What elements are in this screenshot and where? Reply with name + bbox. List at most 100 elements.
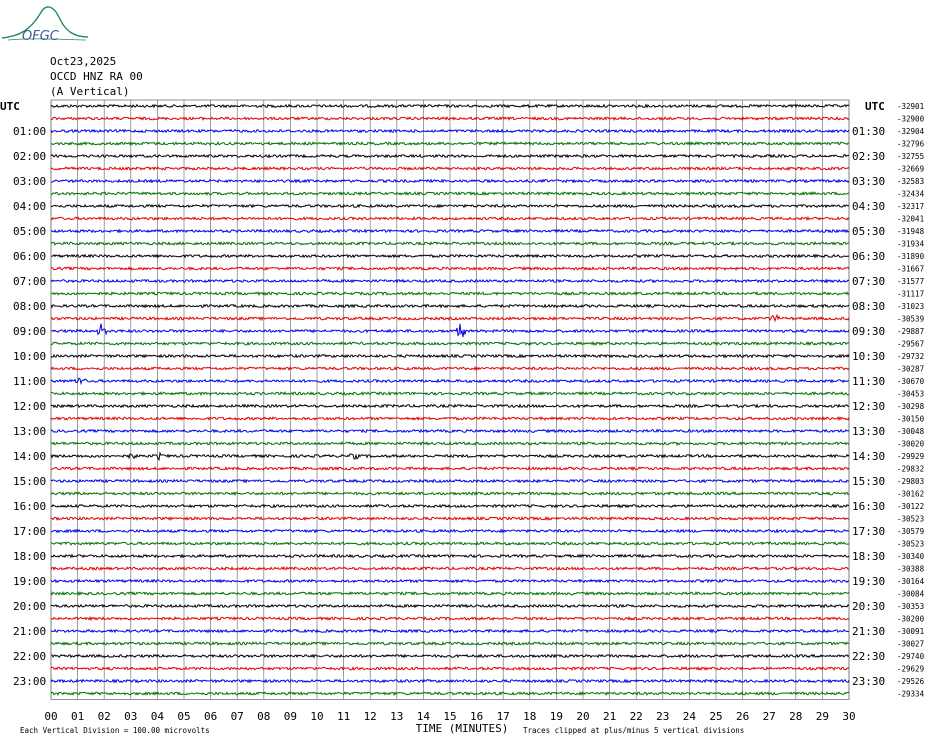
hour-label-right: 13:30 bbox=[852, 425, 885, 438]
x-tick-label: 24 bbox=[683, 710, 697, 723]
trace-offset-label: -30020 bbox=[897, 440, 925, 449]
hour-label-right: 07:30 bbox=[852, 275, 885, 288]
hour-label-left: 13:00 bbox=[13, 425, 46, 438]
hour-label-right: 21:30 bbox=[852, 625, 885, 638]
trace-offset-label: -31934 bbox=[897, 240, 925, 249]
footnote-right: Traces clipped at plus/minus 5 vertical … bbox=[523, 726, 744, 735]
trace-offset-label: -30287 bbox=[897, 365, 924, 374]
x-tick-label: 10 bbox=[310, 710, 323, 723]
x-tick-label: 07 bbox=[231, 710, 244, 723]
trace-offset-label: -30670 bbox=[897, 377, 925, 386]
x-tick-label: 13 bbox=[390, 710, 403, 723]
trace-offset-label: -32755 bbox=[897, 152, 924, 161]
trace-offset-label: -29629 bbox=[897, 665, 924, 674]
hour-label-right: 02:30 bbox=[852, 150, 885, 163]
x-tick-label: 30 bbox=[842, 710, 855, 723]
trace-offset-label: -29740 bbox=[897, 652, 925, 661]
x-tick-label: 09 bbox=[284, 710, 297, 723]
trace-offset-label: -32904 bbox=[897, 127, 925, 136]
hour-label-left: 16:00 bbox=[13, 500, 46, 513]
trace-offset-label: -30164 bbox=[897, 577, 925, 586]
x-tick-label: 05 bbox=[177, 710, 190, 723]
hour-label-left: 06:00 bbox=[13, 250, 46, 263]
helicorder-chart: -32901 -32900 -32904 -32796 -32755 -32669 -325… bbox=[0, 99, 925, 735]
trace-offset-label: -30523 bbox=[897, 540, 924, 549]
trace-offset-label: -30539 bbox=[897, 315, 924, 324]
hour-label-right: 11:30 bbox=[852, 375, 885, 388]
x-tick-label: 23 bbox=[656, 710, 669, 723]
hour-label-right: 22:30 bbox=[852, 650, 885, 663]
trace-offset-label: -29334 bbox=[897, 690, 925, 699]
hour-label-right: 08:30 bbox=[852, 300, 885, 313]
hour-label-left: 20:00 bbox=[13, 600, 46, 613]
trace-offset-label: -32669 bbox=[897, 165, 924, 174]
hour-label-right: 04:30 bbox=[852, 200, 885, 213]
hour-label-left: 21:00 bbox=[13, 625, 46, 638]
hour-label-right: 15:30 bbox=[852, 475, 885, 488]
x-tick-label: 08 bbox=[257, 710, 270, 723]
x-tick-label: 29 bbox=[816, 710, 829, 723]
hour-label-left: 18:00 bbox=[13, 550, 46, 563]
hour-label-left: 17:00 bbox=[13, 525, 46, 538]
trace-offset-label: -31577 bbox=[897, 277, 924, 286]
x-tick-label: 18 bbox=[523, 710, 536, 723]
hour-label-left: 14:00 bbox=[13, 450, 46, 463]
hour-label-right: 19:30 bbox=[852, 575, 885, 588]
x-tick-label: 06 bbox=[204, 710, 217, 723]
hour-label-left: 23:00 bbox=[13, 675, 46, 688]
trace-offset-label: -32583 bbox=[897, 177, 924, 186]
hour-label-left: 04:00 bbox=[13, 200, 46, 213]
trace-offset-label: -30298 bbox=[897, 402, 925, 411]
trace-offset-label: -30453 bbox=[897, 390, 924, 399]
trace-offset-label: -30162 bbox=[897, 490, 924, 499]
trace-offset-label: -31117 bbox=[897, 290, 924, 299]
hour-label-right: 12:30 bbox=[852, 400, 885, 413]
hour-label-left: 08:00 bbox=[13, 300, 46, 313]
trace-offset-label: -30122 bbox=[897, 502, 924, 511]
hour-label-left: 07:00 bbox=[13, 275, 46, 288]
hour-label-right: 17:30 bbox=[852, 525, 885, 538]
x-tick-label: 01 bbox=[71, 710, 84, 723]
hour-label-right: 18:30 bbox=[852, 550, 885, 563]
x-tick-label: 28 bbox=[789, 710, 802, 723]
hour-label-right: 10:30 bbox=[852, 350, 885, 363]
trace-offset-label: -30388 bbox=[897, 565, 925, 574]
trace-offset-label: -30091 bbox=[897, 627, 924, 636]
trace-offset-label: -31948 bbox=[897, 227, 925, 236]
trace-offset-label: -29803 bbox=[897, 477, 924, 486]
trace-offset-label: -30150 bbox=[897, 415, 925, 424]
trace-offset-label: -29832 bbox=[897, 465, 924, 474]
hour-label-right: 05:30 bbox=[852, 225, 885, 238]
hour-label-left: 15:00 bbox=[13, 475, 46, 488]
hour-label-right: 23:30 bbox=[852, 675, 885, 688]
hour-label-right: 06:30 bbox=[852, 250, 885, 263]
hour-label-left: 12:00 bbox=[13, 400, 46, 413]
hour-label-left: 05:00 bbox=[13, 225, 46, 238]
trace-offset-label: -32900 bbox=[897, 115, 925, 124]
x-axis-title: TIME (MINUTES) bbox=[416, 722, 509, 735]
utc-label-right: UTC bbox=[865, 100, 885, 113]
x-tick-label: 19 bbox=[550, 710, 563, 723]
x-tick-label: 03 bbox=[124, 710, 137, 723]
trace-offset-label: -30579 bbox=[897, 527, 924, 536]
trace-offset-label: -32901 bbox=[897, 102, 924, 111]
utc-label-left: UTC bbox=[0, 100, 20, 113]
footnote-left: Each Vertical Division = 100.00 microvol… bbox=[20, 726, 210, 735]
trace-offset-label: -30340 bbox=[897, 552, 925, 561]
trace-offset-label: -32317 bbox=[897, 202, 924, 211]
trace-offset-label: -31023 bbox=[897, 302, 924, 311]
trace-offset-label: -32796 bbox=[897, 140, 925, 149]
trace-offset-label: -30200 bbox=[897, 615, 925, 624]
x-tick-label: 21 bbox=[603, 710, 616, 723]
hour-label-left: 09:00 bbox=[13, 325, 46, 338]
trace-offset-label: -30523 bbox=[897, 515, 924, 524]
hour-label-left: 19:00 bbox=[13, 575, 46, 588]
x-tick-label: 02 bbox=[98, 710, 111, 723]
hour-label-right: 03:30 bbox=[852, 175, 885, 188]
trace-offset-label: -31890 bbox=[897, 252, 925, 261]
x-tick-label: 26 bbox=[736, 710, 749, 723]
hour-label-right: 09:30 bbox=[852, 325, 885, 338]
x-tick-label: 04 bbox=[151, 710, 165, 723]
trace-offset-label: -30353 bbox=[897, 602, 924, 611]
trace-offset-label: -29887 bbox=[897, 327, 924, 336]
